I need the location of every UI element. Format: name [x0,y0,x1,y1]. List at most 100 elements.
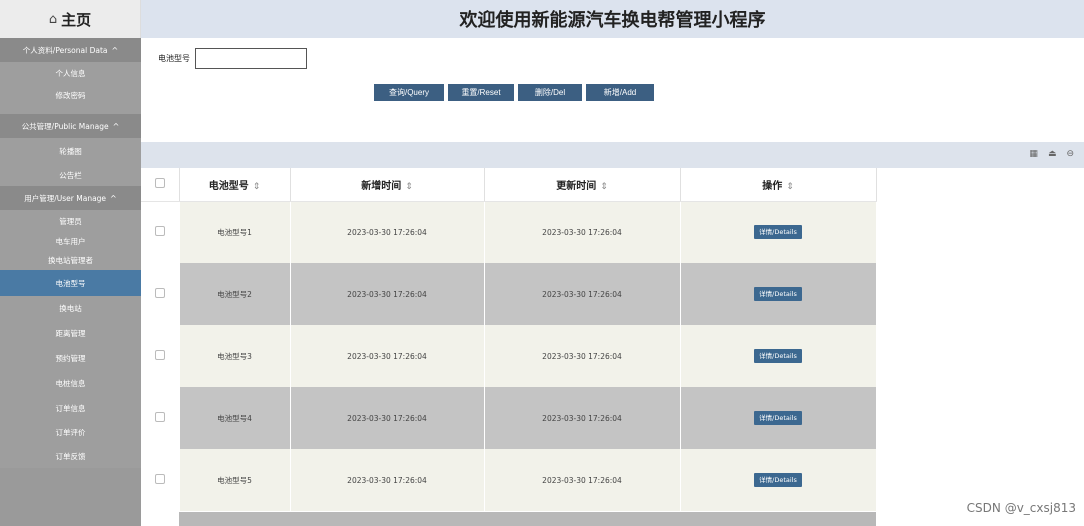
chevron-up-icon: ^ [111,45,119,55]
table-toolbar: ▦ ⏏ ⊖ [141,142,1084,168]
sidebar-item-label: 订单反馈 [55,451,86,461]
sidebar-item-label: 换电站 [59,303,82,313]
select-all-checkbox[interactable] [154,177,165,188]
delete-button[interactable]: 删除/Del [518,84,582,101]
print-icon[interactable]: ⏏ [1048,149,1057,159]
row-select-cell [141,325,180,387]
sidebar-item-label: 个人信息 [55,68,86,78]
row-select-cell [141,387,180,449]
cell-updated: 2023-03-30 17:26:04 [484,449,681,511]
search-label: 电池型号 [158,54,190,63]
sidebar-item-label: 电池型号 [55,278,86,288]
row-checkbox[interactable] [154,288,165,298]
sort-icon: ⇕ [600,181,608,192]
cell-updated: 2023-03-30 17:26:04 [484,325,681,387]
sort-icon: ⇕ [252,181,261,192]
sidebar-item-notice[interactable]: 公告栏 [0,164,141,186]
sidebar-item-label: 电车用户 [55,236,86,246]
table-row: 电池型号4 2023-03-30 17:26:04 2023-03-30 17:… [141,387,877,449]
col-header-updated[interactable]: 更新时间 ⇕ [484,168,681,202]
details-button[interactable]: 详情/Details [754,225,802,240]
cell-action: 详情/Details [680,449,877,511]
cell-model: 电池型号5 [179,449,291,511]
sidebar-section-public[interactable]: 公共管理/Public Manage ^ [0,114,141,138]
row-select-cell [141,201,180,263]
cell-action: 详情/Details [680,387,877,449]
sidebar-item-label: 修改密码 [55,90,86,100]
col-header-model[interactable]: 电池型号 ⇕ [179,168,291,202]
cell-created: 2023-03-30 17:26:04 [290,387,485,449]
details-button[interactable]: 详情/Details [754,473,802,487]
query-button[interactable]: 查询/Query [374,84,444,101]
select-all-cell [141,168,180,202]
main-content: 电池型号 查询/Query 重置/Reset 删除/Del 新增/Add ▦ ⏏… [141,38,1084,526]
sidebar-item-ev-user[interactable]: 电车用户 [0,232,141,250]
home-icon: ⌂ [48,11,58,27]
sidebar-item-personal-info[interactable]: 个人信息 [0,62,141,84]
table-row: 电池型号5 2023-03-30 17:26:04 2023-03-30 17:… [141,449,877,511]
data-table: 电池型号 ⇕ 新增时间 ⇕ 更新时间 ⇕ 操作 ⇕ 电池型号1 2023-03-30 1… [141,168,877,511]
row-select-cell [141,263,180,325]
cell-action: 详情/Details [680,325,877,387]
cell-created: 2023-03-30 17:26:04 [290,325,485,387]
sidebar-item-label: 订单信息 [55,403,86,413]
cell-model: 电池型号2 [179,263,291,325]
action-buttons: 查询/Query 重置/Reset 删除/Del 新增/Add [374,84,654,101]
cell-created: 2023-03-30 17:26:04 [290,201,485,263]
sidebar-item-label: 距离管理 [55,328,86,338]
row-select-cell [141,449,180,511]
cell-updated: 2023-03-30 17:26:04 [484,263,681,325]
row-checkbox[interactable] [154,350,165,360]
reset-button[interactable]: 重置/Reset [448,84,514,101]
export-icon[interactable]: ⊖ [1066,149,1074,159]
sort-icon: ⇕ [786,181,794,192]
sidebar-item-label: 换电站管理者 [48,255,93,265]
columns-icon[interactable]: ▦ [1029,149,1038,159]
home-label: 主页 [61,10,92,29]
sidebar-item-station-manager[interactable]: 换电站管理者 [0,250,141,270]
sidebar-section-personal[interactable]: 个人资料/Personal Data ^ [0,38,141,62]
col-header-created[interactable]: 新增时间 ⇕ [290,168,485,202]
sidebar-item-battery-model[interactable]: 电池型号 [0,270,141,296]
header-label: 操作 [762,180,783,192]
sidebar-item-admin[interactable]: 管理员 [0,210,141,232]
divider [0,106,141,114]
header-label: 更新时间 [556,180,597,192]
table-row: 电池型号3 2023-03-30 17:26:04 2023-03-30 17:… [141,325,877,387]
cell-action: 详情/Details [680,201,877,263]
sidebar-item-order-info[interactable]: 订单信息 [0,396,141,420]
table-row: 电池型号2 2023-03-30 17:26:04 2023-03-30 17:… [141,263,877,325]
sidebar-item-distance[interactable]: 距离管理 [0,320,141,346]
details-button[interactable]: 详情/Details [754,349,802,363]
cell-created: 2023-03-30 17:26:04 [290,449,485,511]
sidebar-item-pile-info[interactable]: 电桩信息 [0,370,141,396]
add-button[interactable]: 新增/Add [586,84,654,101]
cell-model: 电池型号4 [179,387,291,449]
sidebar-section-user[interactable]: 用户管理/User Manage ^ [0,186,141,210]
chevron-up-icon: ^ [112,121,120,131]
section-label: 公共管理/Public Manage [21,121,109,131]
sidebar-item-reservation[interactable]: 预约管理 [0,346,141,370]
cell-updated: 2023-03-30 17:26:04 [484,387,681,449]
sidebar-item-label: 电桩信息 [55,378,86,388]
row-checkbox[interactable] [154,412,165,422]
chevron-up-icon: ^ [110,193,117,203]
header-label: 电池型号 [208,180,249,192]
row-checkbox[interactable] [154,474,165,484]
sidebar-item-order-feedback[interactable]: 订单反馈 [0,444,141,468]
sidebar-item-change-password[interactable]: 修改密码 [0,84,141,106]
sidebar-item-label: 管理员 [59,216,82,226]
details-button[interactable]: 详情/Details [754,411,802,425]
sidebar-item-label: 订单评价 [55,427,86,437]
row-checkbox[interactable] [154,226,165,237]
details-button[interactable]: 详情/Details [754,287,802,301]
page-title: 欢迎使用新能源汽车换电帮管理小程序 [141,0,1084,38]
sidebar-item-carousel[interactable]: 轮播图 [0,138,141,164]
sidebar-item-order-review[interactable]: 订单评价 [0,420,141,444]
table-row: 电池型号1 2023-03-30 17:26:04 2023-03-30 17:… [141,201,877,263]
home-link[interactable]: ⌂ 主页 [0,0,141,38]
section-label: 个人资料/Personal Data [22,45,108,55]
sidebar-item-station[interactable]: 换电站 [0,296,141,320]
battery-model-input[interactable] [195,48,307,69]
col-header-action[interactable]: 操作 ⇕ [680,168,877,202]
